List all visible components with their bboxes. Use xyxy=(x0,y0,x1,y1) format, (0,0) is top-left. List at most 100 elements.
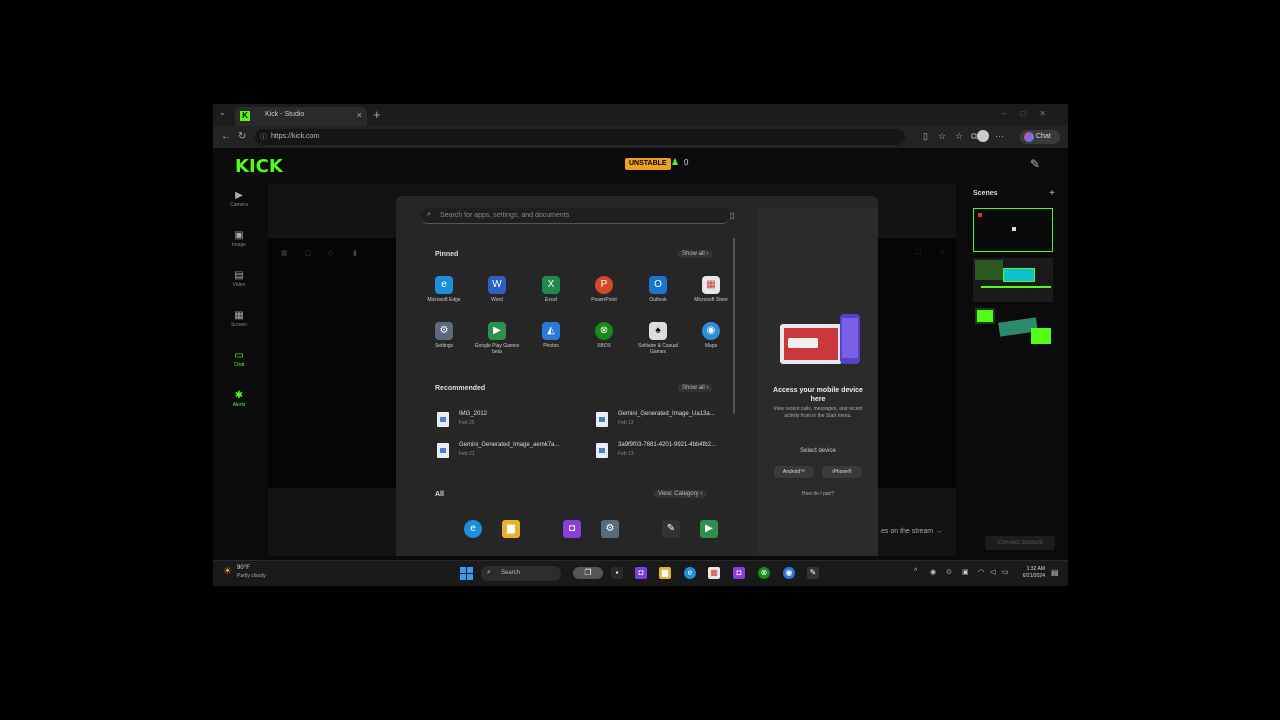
recommended-item[interactable]: 3a9f9f03-7681-4201-9921-4bb4fb2... Feb 1… xyxy=(596,441,736,463)
store-icon[interactable]: ▦ xyxy=(708,567,720,579)
scene-block xyxy=(1031,328,1051,344)
sidebar-item-label: Camera xyxy=(230,202,248,208)
recommended-item[interactable]: Gemini_Generated_Image_Ua13a... Feb 13 xyxy=(596,410,736,432)
recommended-show-all-button[interactable]: Show all › xyxy=(678,384,713,392)
fullscreen-icon[interactable]: ⛶ xyxy=(916,249,921,257)
reading-view-icon[interactable]: ☆ xyxy=(938,131,946,142)
pinned-app-powerpoint[interactable]: P PowerPoint xyxy=(578,276,630,303)
volume-icon[interactable]: ◁ xyxy=(990,568,995,576)
outlook-icon: O xyxy=(649,276,667,294)
url-field[interactable]: ⓘ https://kick.com xyxy=(255,129,905,145)
layout-icon[interactable]: ▢ xyxy=(305,249,312,257)
add-scene-button[interactable]: + xyxy=(1049,188,1055,199)
start-button[interactable] xyxy=(460,567,473,580)
pinned-app-solitaire[interactable]: ♠ Solitaire & Casual Games xyxy=(632,322,684,355)
refresh-icon[interactable]: ↻ xyxy=(238,131,246,142)
xbox-icon[interactable]: ⊗ xyxy=(758,567,770,579)
settings-icon[interactable]: ⚙ xyxy=(601,520,619,538)
photo-editor-icon[interactable]: ◘ xyxy=(635,567,647,579)
scene-thumbnail[interactable] xyxy=(973,258,1053,302)
copilot-chat-button[interactable]: Chat xyxy=(1020,130,1060,144)
phone-link-icon[interactable]: ▯ xyxy=(730,211,734,220)
sidebar-item-alerts[interactable]: ✱ Alerts xyxy=(219,390,259,408)
scene-block xyxy=(1003,268,1035,282)
file-name: Gemini_Generated_Image_Ua13a... xyxy=(618,411,715,417)
paint-icon[interactable]: ✎ xyxy=(662,520,680,538)
app-label: Photos xyxy=(543,343,559,349)
app-label: Maps xyxy=(704,343,718,349)
start-search-input[interactable]: ⌕ Search for apps, settings, and documen… xyxy=(420,208,730,224)
copilot-icon xyxy=(1024,132,1034,142)
theme-brush-icon[interactable]: ✎ xyxy=(1030,157,1040,171)
browser-tab[interactable]: K Kick - Studio × xyxy=(235,107,367,126)
sidebar-item-screen[interactable]: ▦ Screen xyxy=(219,310,259,328)
kick-logo[interactable]: KICK xyxy=(235,156,283,177)
pinned-app-excel[interactable]: X Excel xyxy=(525,276,577,303)
pinned-app-maps[interactable]: ◉ Maps xyxy=(685,322,737,349)
start-menu-scrollbar[interactable] xyxy=(733,238,735,414)
site-info-icon[interactable]: ⓘ xyxy=(260,132,267,142)
edge-icon[interactable]: e xyxy=(464,520,482,538)
scenes-panel: Scenes + xyxy=(969,184,1061,556)
grid-icon[interactable]: ▦ xyxy=(281,249,288,257)
paint-icon[interactable]: ✎ xyxy=(807,567,819,579)
desktop-icon[interactable]: ▪ xyxy=(611,567,623,579)
sidebar-item-video[interactable]: ▤ Video xyxy=(219,270,259,288)
iphone-button[interactable]: iPhone® xyxy=(822,466,862,478)
favorites-icon[interactable]: ☆ xyxy=(955,131,963,142)
delete-icon[interactable]: ▮ xyxy=(353,249,357,257)
photo-editor-icon[interactable]: ◘ xyxy=(563,520,581,538)
pinned-app-edge[interactable]: e Microsoft Edge xyxy=(418,276,470,303)
pinned-app-xbox[interactable]: ⊗ XBOX xyxy=(578,322,630,349)
scene-thumbnail[interactable] xyxy=(973,208,1053,252)
kick-favicon-icon: K xyxy=(240,111,250,121)
battery-icon[interactable]: ▭ xyxy=(1002,568,1009,576)
image-icon: ▣ xyxy=(234,230,244,241)
app-label: Settings xyxy=(434,343,454,349)
profile-icon[interactable] xyxy=(977,130,989,142)
scene-thumbnail[interactable] xyxy=(973,308,1053,352)
back-icon[interactable]: ← xyxy=(221,131,231,142)
recommended-item[interactable]: IMG_2012 Feb 25 xyxy=(437,410,587,432)
sidebar-item-camera[interactable]: ▶ Camera xyxy=(219,190,259,208)
google-play-games-icon[interactable]: ▶ xyxy=(700,520,718,538)
taskbar-clock[interactable]: 1:32 AM 6/21/2024 xyxy=(1013,566,1045,580)
pinned-app-google-play-games[interactable]: ▶ Google Play Games beta xyxy=(471,322,523,355)
tray-app-icon[interactable]: ⊙ xyxy=(946,568,952,576)
tab-list-icon[interactable]: ⌄ xyxy=(219,108,226,117)
notifications-icon[interactable]: ▤ xyxy=(1051,568,1059,577)
pinned-app-outlook[interactable]: O Outlook xyxy=(632,276,684,303)
settings-icon[interactable]: ⌂ xyxy=(940,249,944,256)
pinned-app-microsoft-store[interactable]: ▦ Microsoft Store xyxy=(685,276,737,303)
pinned-app-photos[interactable]: ◭ Photos xyxy=(525,322,577,349)
lock-icon[interactable]: ◇ xyxy=(328,249,333,257)
file-explorer-icon[interactable]: ▆ xyxy=(659,567,671,579)
photos-icon[interactable]: ◘ xyxy=(733,567,745,579)
sidebar-item-chat[interactable]: ▭ Chat xyxy=(219,350,259,368)
wifi-icon[interactable]: ◠ xyxy=(978,568,984,576)
edge-icon[interactable]: e xyxy=(684,567,696,579)
more-icon[interactable]: ⋯ xyxy=(995,131,1004,142)
tab-close-icon[interactable]: × xyxy=(357,110,362,120)
sidebar-item-image[interactable]: ▣ Image xyxy=(219,230,259,248)
task-view-icon[interactable]: ❐ xyxy=(573,567,603,579)
file-explorer-icon[interactable]: ▆ xyxy=(502,520,520,538)
photos-icon: ◭ xyxy=(542,322,560,340)
pinned-show-all-button[interactable]: Show all › xyxy=(678,250,713,258)
view-category-button[interactable]: View: Category › xyxy=(654,490,707,498)
stream-chat-hint: es on the stream → xyxy=(881,528,943,535)
pinned-app-word[interactable]: W Word xyxy=(471,276,523,303)
android-button[interactable]: Android™ xyxy=(774,466,814,478)
pinned-app-settings[interactable]: ⚙ Settings xyxy=(418,322,470,349)
split-screen-icon[interactable]: ▯ xyxy=(923,131,928,142)
show-hidden-icons-icon[interactable]: ^ xyxy=(914,568,917,575)
taskbar-search[interactable]: ⌕ Search xyxy=(481,566,561,581)
new-tab-button[interactable]: + xyxy=(373,107,381,122)
window-controls[interactable]: –□✕ xyxy=(1002,109,1060,118)
tray-app-icon[interactable]: ◉ xyxy=(930,568,936,576)
chrome-icon[interactable]: ◉ xyxy=(783,567,795,579)
tray-app-icon[interactable]: ▣ xyxy=(962,568,969,576)
recommended-item[interactable]: Gemini_Generated_Image_aemk7a... Feb 21 xyxy=(437,441,587,463)
pair-help-link[interactable]: How do I pair? xyxy=(768,491,868,497)
app-label: Solitaire & Casual Games xyxy=(638,343,678,355)
